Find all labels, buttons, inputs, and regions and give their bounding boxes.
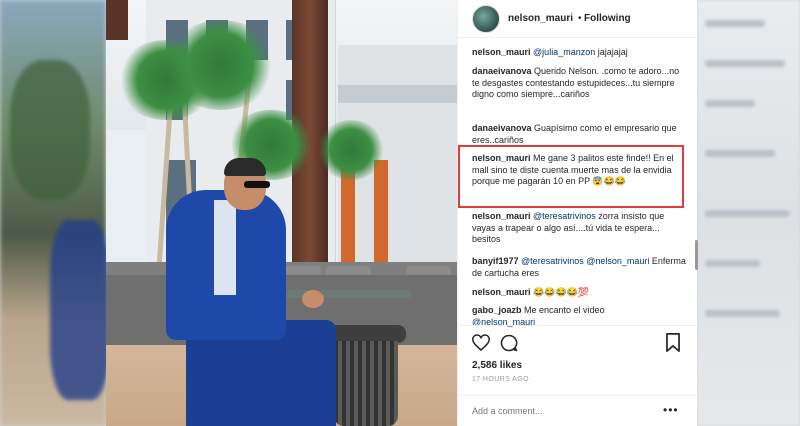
more-options-icon[interactable]: ••• — [663, 403, 679, 417]
post-photo[interactable] — [106, 0, 457, 426]
likes-count[interactable]: 2,586 likes — [472, 360, 522, 371]
comment-mention[interactable]: @julia_manzon — [533, 47, 595, 57]
man-hair — [224, 158, 266, 176]
orange-pillar — [374, 160, 388, 270]
comment-username[interactable]: danaeivanova — [472, 123, 532, 133]
comment: nelson_mauri 😂😂😂😂💯 — [472, 287, 687, 299]
comment-mention[interactable]: @teresatrivinos — [533, 211, 596, 221]
post-timestamp: 17 HOURS AGO — [472, 376, 529, 383]
blurred-text-line — [705, 60, 785, 67]
table — [281, 290, 411, 298]
palm-leaves — [166, 20, 276, 110]
background-left-blur — [0, 0, 110, 426]
comment: nelson_mauri @julia_manzon jajajajaj — [472, 47, 687, 59]
building-band — [338, 85, 457, 103]
blurred-text-line — [705, 20, 765, 27]
blurred-text-line — [705, 210, 790, 217]
add-comment-row: ••• — [458, 395, 698, 426]
comment: nelson_mauri @teresatrivinos zorra insis… — [472, 211, 687, 246]
comment-text: Me encanto el video — [521, 305, 605, 315]
add-comment-input[interactable] — [472, 406, 652, 416]
man-shirt — [214, 200, 236, 295]
comment: banyif1977 @teresatrivinos @nelson_mauri… — [472, 256, 687, 279]
heart-icon[interactable] — [472, 334, 490, 351]
comment: danaeivanova Querido Nelson. .como te ad… — [472, 66, 687, 101]
bookmark-icon[interactable] — [665, 333, 681, 352]
sunglasses — [244, 181, 270, 188]
comment-username[interactable]: nelson_mauri — [472, 47, 531, 57]
stool — [326, 325, 406, 426]
action-bar — [458, 325, 698, 355]
comment-username[interactable]: danaeivanova — [472, 66, 532, 76]
header-username[interactable]: nelson_mauri — [508, 13, 573, 24]
scrollbar[interactable] — [695, 240, 698, 270]
comment-username[interactable]: nelson_mauri — [472, 287, 531, 297]
palm-leaves — [316, 120, 386, 180]
stool-body — [334, 341, 398, 426]
comment-text: 😂😂😂😂💯 — [530, 287, 590, 297]
instagram-post-panel: nelson_mauri • Following nelson_mauri @j… — [457, 0, 698, 426]
comment-icon[interactable] — [500, 334, 518, 352]
comment-username[interactable]: banyif1977 — [472, 256, 519, 266]
wooden-beam — [106, 0, 128, 40]
comment: danaeivanova Guapísimo como el empresari… — [472, 123, 687, 146]
blurred-foliage — [10, 60, 90, 200]
post-header: nelson_mauri • Following — [458, 0, 698, 38]
highlight-box — [458, 145, 684, 208]
man-hand — [302, 290, 324, 308]
comment-username[interactable]: gabo_joazb — [472, 305, 522, 315]
comment-username[interactable]: nelson_mauri — [472, 211, 531, 221]
blurred-text-line — [705, 310, 780, 317]
blurred-figure — [50, 220, 110, 400]
following-button[interactable]: Following — [584, 13, 631, 24]
header-separator: • — [578, 13, 582, 24]
blurred-text-line — [705, 100, 755, 107]
comment-mention[interactable]: @teresatrivinos @nelson_mauri — [521, 256, 649, 266]
blurred-text-line — [705, 150, 775, 157]
blurred-text-line — [705, 260, 760, 267]
avatar[interactable] — [472, 5, 500, 33]
background-right-blur — [697, 0, 800, 426]
comment-text: jajajajaj — [595, 47, 628, 57]
